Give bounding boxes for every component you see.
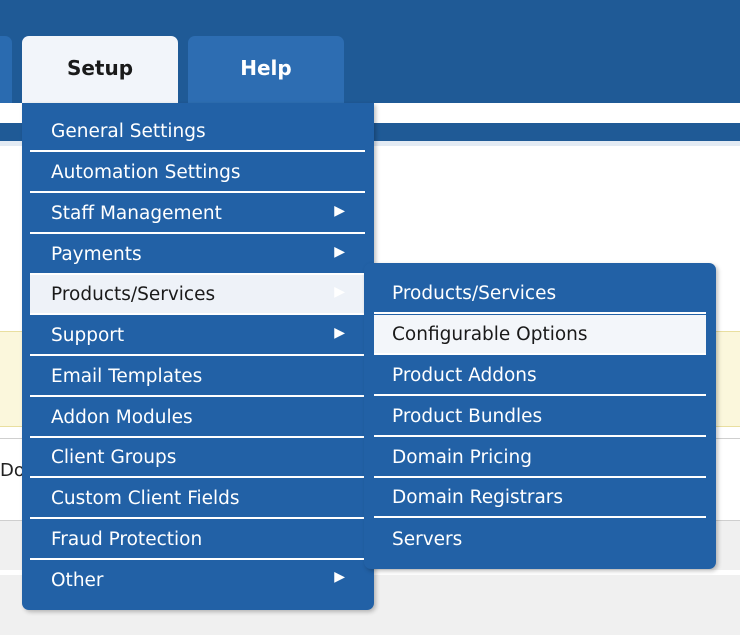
submenu-item-domain-pricing[interactable]: Domain Pricing — [374, 438, 706, 478]
menu-item-products-services[interactable]: Products/Services ▶ — [30, 275, 365, 315]
menu-item-fraud-protection[interactable]: Fraud Protection — [30, 520, 365, 560]
arrow-right-icon: ▶ — [334, 284, 345, 300]
menu-item-label: Products/Services — [51, 283, 216, 305]
arrow-right-icon: ▶ — [334, 569, 345, 585]
tab-help[interactable]: Help — [188, 36, 344, 103]
arrow-right-icon: ▶ — [334, 325, 345, 341]
menu-item-label: Automation Settings — [51, 161, 241, 183]
menu-item-payments[interactable]: Payments ▶ — [30, 235, 365, 275]
submenu-item-product-addons[interactable]: Product Addons — [374, 356, 706, 396]
menu-item-label: Custom Client Fields — [51, 487, 240, 509]
menu-item-client-groups[interactable]: Client Groups — [30, 438, 365, 478]
arrow-right-icon: ▶ — [334, 244, 345, 260]
menu-item-email-templates[interactable]: Email Templates — [30, 357, 365, 397]
submenu-item-domain-registrars[interactable]: Domain Registrars — [374, 478, 706, 518]
setup-dropdown-menu: General Settings Automation Settings Sta… — [22, 103, 374, 610]
tab-setup[interactable]: Setup — [22, 36, 178, 103]
menu-item-label: Other — [51, 569, 104, 591]
submenu-item-product-bundles[interactable]: Product Bundles — [374, 397, 706, 437]
menu-item-general-settings[interactable]: General Settings — [30, 112, 365, 152]
menu-item-label: Product Addons — [392, 364, 537, 386]
menu-item-automation-settings[interactable]: Automation Settings — [30, 153, 365, 193]
menu-item-label: Fraud Protection — [51, 528, 203, 550]
arrow-right-icon: ▶ — [334, 203, 345, 219]
menu-item-addon-modules[interactable]: Addon Modules — [30, 398, 365, 438]
menu-item-label: Client Groups — [51, 446, 177, 468]
menu-item-label: Email Templates — [51, 365, 203, 387]
menu-item-label: Domain Pricing — [392, 446, 533, 468]
menu-item-label: Configurable Options — [392, 323, 588, 345]
menu-item-label: General Settings — [51, 120, 206, 142]
menu-item-label: Staff Management — [51, 202, 222, 224]
menu-item-label: Products/Services — [392, 282, 557, 304]
submenu-item-servers[interactable]: Servers — [374, 519, 706, 559]
submenu-item-products-services[interactable]: Products/Services — [374, 274, 706, 314]
submenu-item-configurable-options[interactable]: Configurable Options — [374, 315, 706, 355]
tab-partial[interactable] — [0, 36, 12, 103]
menu-item-custom-client-fields[interactable]: Custom Client Fields — [30, 479, 365, 519]
menu-item-label: Domain Registrars — [392, 486, 564, 508]
menu-item-support[interactable]: Support ▶ — [30, 316, 365, 356]
products-services-submenu: Products/Services Configurable Options P… — [364, 263, 716, 569]
menu-item-label: Addon Modules — [51, 406, 193, 428]
menu-item-label: Product Bundles — [392, 405, 543, 427]
menu-item-staff-management[interactable]: Staff Management ▶ — [30, 194, 365, 234]
menu-item-label: Payments — [51, 243, 142, 265]
menu-item-label: Servers — [392, 528, 463, 550]
menu-item-other[interactable]: Other ▶ — [30, 560, 365, 600]
menu-item-label: Support — [51, 324, 125, 346]
